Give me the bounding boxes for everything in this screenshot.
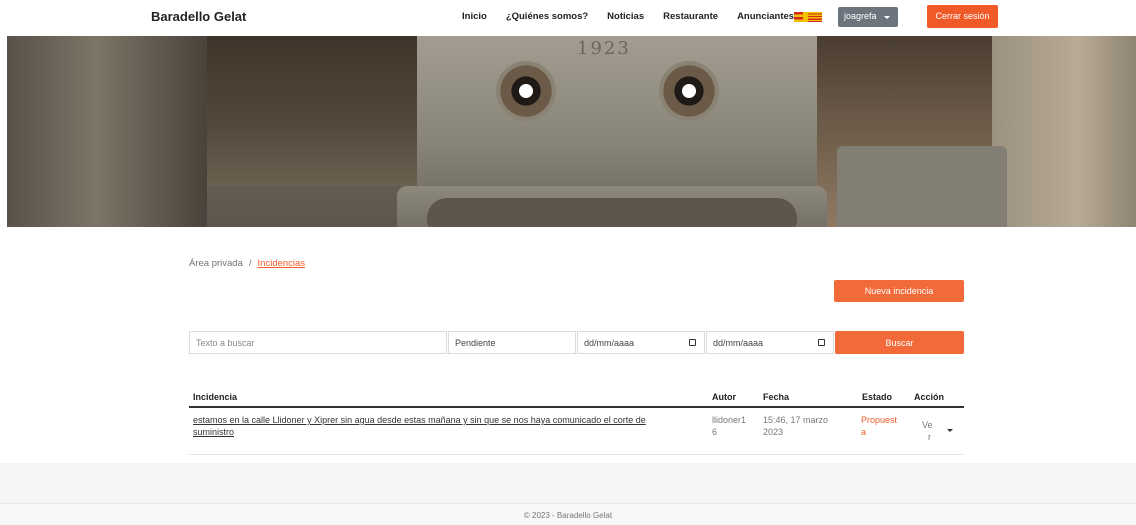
brand-logo-text[interactable]: Baradello Gelat <box>151 9 246 24</box>
content-bottom-band <box>0 463 1136 503</box>
action-line1: Ve <box>922 420 933 430</box>
incidence-link[interactable]: estamos en la calle Llidoner y Xiprer si… <box>193 414 693 438</box>
author-cell: llidoner1 6 <box>712 414 746 438</box>
status-line2: a <box>861 427 867 437</box>
calendar-icon[interactable] <box>689 339 696 346</box>
hero-wood-left <box>207 36 427 186</box>
author-line2: 6 <box>712 427 718 437</box>
breadcrumb-current[interactable]: Incidencias <box>258 258 306 269</box>
action-dropdown[interactable]: Ve r <box>922 419 933 443</box>
column-header-accion: Acción <box>914 392 945 402</box>
date-line1: 15:46, 17 marzo <box>763 415 829 425</box>
date-from-input[interactable]: dd/mm/aaaa <box>577 331 705 354</box>
hero-engraving: 1923 <box>577 38 631 59</box>
breadcrumb-separator: / <box>248 258 252 269</box>
nav-link-quienes-somos[interactable]: ¿Quiénes somos? <box>506 11 588 22</box>
status-select[interactable]: Pendiente <box>448 331 576 354</box>
author-line1: llidoner1 <box>712 415 747 425</box>
table-row-divider <box>189 454 964 455</box>
chevron-down-icon <box>884 16 890 19</box>
calendar-icon[interactable] <box>818 339 825 346</box>
incidence-text-line2: suministro <box>193 427 235 437</box>
footer-copyright: © 2023 - Baradello Gelat <box>523 511 613 520</box>
column-header-autor: Autor <box>712 392 736 402</box>
user-menu-label: joagrefa <box>844 11 877 21</box>
date-to-placeholder: dd/mm/aaaa <box>713 338 764 348</box>
breadcrumb-root[interactable]: Área privada <box>189 258 243 269</box>
hero-image: 1923 <box>7 36 1136 227</box>
new-incident-button[interactable]: Nueva incidencia <box>834 280 964 302</box>
nav-link-noticias[interactable]: Noticias <box>607 11 644 22</box>
nav-link-inicio[interactable]: Inicio <box>462 11 487 22</box>
hero-wall-left <box>7 36 207 227</box>
search-button[interactable]: Buscar <box>835 331 964 354</box>
hero-bucket <box>837 146 1007 227</box>
user-menu-button[interactable]: joagrefa <box>838 7 898 27</box>
incidence-text-line1: estamos en la calle Llidoner y Xiprer si… <box>193 415 646 425</box>
date-to-input[interactable]: dd/mm/aaaa <box>706 331 834 354</box>
hero-basin-inner <box>427 198 797 227</box>
status-badge: Propuest a <box>861 414 897 438</box>
table-header-divider <box>189 406 964 408</box>
chevron-down-icon[interactable] <box>947 429 953 432</box>
logout-button[interactable]: Cerrar sesión <box>927 5 998 28</box>
status-line1: Propuest <box>861 415 898 425</box>
column-header-fecha: Fecha <box>763 392 790 402</box>
footer: © 2023 - Baradello Gelat <box>0 503 1136 525</box>
language-flag-icon[interactable] <box>794 12 822 22</box>
date-line2: 2023 <box>763 427 784 437</box>
nav-link-anunciantes[interactable]: Anunciantes <box>737 11 794 22</box>
nav-link-restaurante[interactable]: Restaurante <box>663 11 718 22</box>
column-header-incidencia: Incidencia <box>193 392 238 402</box>
nav-links: Inicio ¿Quiénes somos? Noticias Restaura… <box>462 11 813 22</box>
action-line2: r <box>928 432 931 442</box>
search-input[interactable]: Texto a buscar <box>189 331 447 354</box>
hero-spout-right <box>659 61 719 121</box>
date-from-placeholder: dd/mm/aaaa <box>584 338 635 348</box>
date-cell: 15:46, 17 marzo 2023 <box>763 414 828 438</box>
hero-spout-left <box>496 61 556 121</box>
navbar: Baradello Gelat Inicio ¿Quiénes somos? N… <box>0 0 1136 36</box>
breadcrumb: Área privada / Incidencias <box>189 258 305 269</box>
hero-wall-right <box>992 36 1136 227</box>
column-header-estado: Estado <box>862 392 893 402</box>
